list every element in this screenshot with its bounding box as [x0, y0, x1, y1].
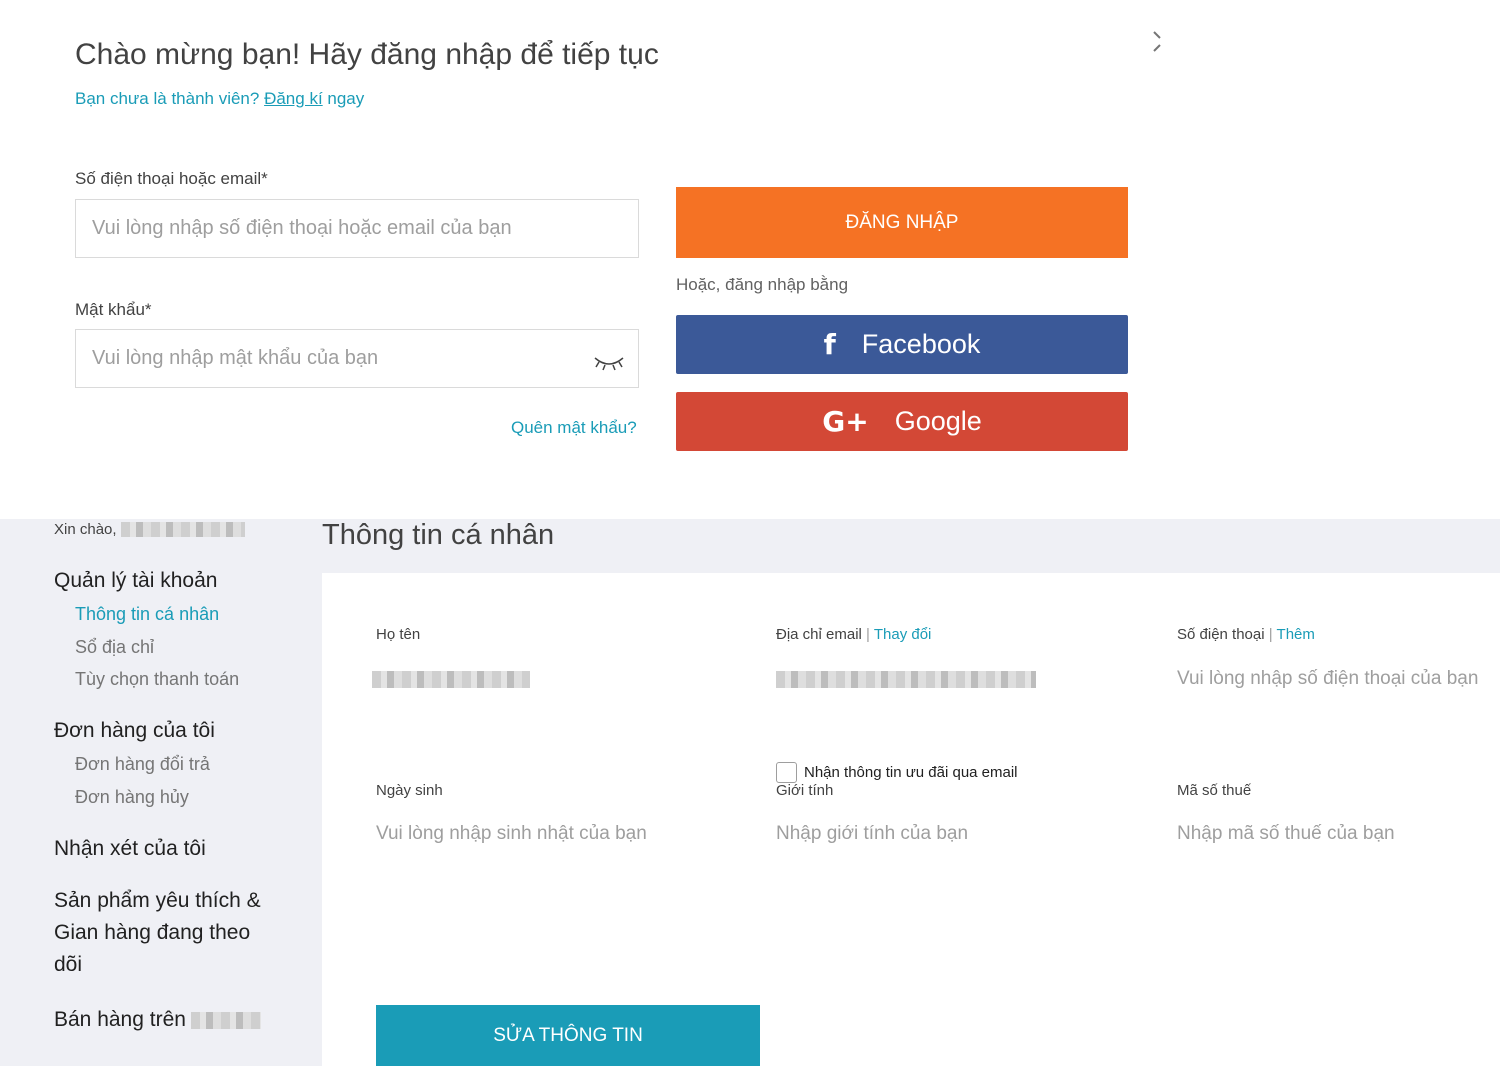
- close-icon[interactable]: [1146, 28, 1166, 56]
- redacted-brand-name: [190, 1011, 261, 1029]
- account-section: Xin chào, Quản lý tài khoản Thông tin cá…: [0, 519, 1500, 1066]
- nav-my-orders[interactable]: Đơn hàng của tôi: [54, 719, 215, 743]
- nav-account-management[interactable]: Quản lý tài khoản: [54, 569, 217, 593]
- page-root: Chào mừng bạn! Hãy đăng nhập để tiếp tục…: [0, 0, 1500, 1066]
- subscribe-row[interactable]: Nhận thông tin ưu đãi qua email: [776, 762, 1018, 783]
- greeting-text: Xin chào,: [54, 521, 117, 538]
- nav-wishlist[interactable]: Sản phẩm yêu thích & Gian hàng đang theo…: [54, 885, 284, 981]
- phone-value: Vui lòng nhập số điện thoại của bạn: [1177, 668, 1479, 689]
- phone-email-placeholder: Vui lòng nhập số điện thoại hoặc email c…: [92, 217, 512, 239]
- google-login-button[interactable]: G+ Google: [676, 392, 1128, 451]
- nav-address-book[interactable]: Sổ địa chỉ: [75, 637, 154, 658]
- password-input[interactable]: Vui lòng nhập mật khẩu của bạn: [75, 329, 639, 388]
- redacted-email: [776, 671, 1036, 688]
- nav-payment-options[interactable]: Tùy chọn thanh toán: [75, 669, 239, 690]
- subscribe-checkbox[interactable]: [776, 762, 797, 783]
- account-sidebar: Xin chào, Quản lý tài khoản Thông tin cá…: [0, 519, 322, 1066]
- nav-sell-on[interactable]: Bán hàng trên: [54, 1008, 261, 1032]
- phone-add-link[interactable]: Thêm: [1277, 626, 1315, 643]
- register-prompt-suffix: ngay: [322, 89, 365, 108]
- nav-cancellations[interactable]: Đơn hàng hủy: [75, 787, 189, 808]
- email-label: Địa chỉ email: [776, 626, 862, 643]
- google-label: Google: [894, 406, 982, 436]
- email-change-link[interactable]: Thay đổi: [874, 626, 932, 643]
- edit-profile-button[interactable]: SỬA THÔNG TIN: [376, 1005, 760, 1066]
- nav-my-reviews[interactable]: Nhận xét của tôi: [54, 837, 206, 861]
- login-panel: Chào mừng bạn! Hãy đăng nhập để tiếp tục…: [0, 0, 1500, 520]
- register-prompt-prefix: Bạn chưa là thành viên?: [75, 89, 265, 108]
- redacted-full-name: [372, 671, 530, 688]
- login-button[interactable]: ĐĂNG NHẬP: [676, 187, 1128, 258]
- profile-card: Họ tên Địa chỉ email | Thay đổi Nhận thô…: [322, 573, 1500, 1066]
- facebook-login-button[interactable]: f Facebook: [676, 315, 1128, 374]
- tax-code-label: Mã số thuế: [1177, 782, 1252, 799]
- forgot-password-link[interactable]: Quên mật khẩu?: [511, 418, 637, 438]
- subscribe-label: Nhận thông tin ưu đãi qua email: [804, 764, 1018, 781]
- nav-returns[interactable]: Đơn hàng đổi trả: [75, 754, 210, 775]
- birthday-value: Vui lòng nhập sinh nhật của bạn: [376, 823, 647, 844]
- birthday-label: Ngày sinh: [376, 782, 443, 799]
- social-login-caption: Hoặc, đăng nhập bằng: [676, 275, 849, 294]
- google-plus-icon: G+: [822, 405, 869, 438]
- phone-separator: |: [1264, 626, 1277, 643]
- password-placeholder: Vui lòng nhập mật khẩu của bạn: [92, 347, 379, 369]
- name-label: Họ tên: [376, 626, 421, 643]
- gender-label: Giới tính: [776, 782, 834, 799]
- facebook-label: Facebook: [861, 329, 981, 359]
- register-link[interactable]: Đăng kí: [264, 89, 323, 108]
- email-separator: |: [861, 626, 874, 643]
- greeting: Xin chào,: [54, 521, 245, 538]
- register-prompt: Bạn chưa là thành viên? Đăng kí ngay: [75, 89, 364, 109]
- phone-label-row: Số điện thoại | Thêm: [1177, 626, 1315, 643]
- tax-code-value: Nhập mã số thuế của bạn: [1177, 823, 1395, 844]
- nav-personal-info[interactable]: Thông tin cá nhân: [75, 604, 219, 625]
- gender-value: Nhập giới tính của bạn: [776, 823, 969, 844]
- email-label-row: Địa chỉ email | Thay đổi: [776, 626, 931, 643]
- phone-email-input[interactable]: Vui lòng nhập số điện thoại hoặc email c…: [75, 199, 639, 258]
- redacted-username: [120, 522, 245, 537]
- facebook-icon: f: [823, 328, 836, 361]
- phone-email-label: Số điện thoại hoặc email*: [75, 169, 268, 188]
- page-title: Thông tin cá nhân: [322, 519, 555, 551]
- nav-sell-on-label: Bán hàng trên: [54, 1008, 186, 1031]
- login-title: Chào mừng bạn! Hãy đăng nhập để tiếp tục: [75, 38, 659, 71]
- eye-closed-icon[interactable]: [592, 352, 626, 372]
- phone-label: Số điện thoại: [1177, 626, 1265, 643]
- password-label: Mật khẩu*: [75, 300, 152, 319]
